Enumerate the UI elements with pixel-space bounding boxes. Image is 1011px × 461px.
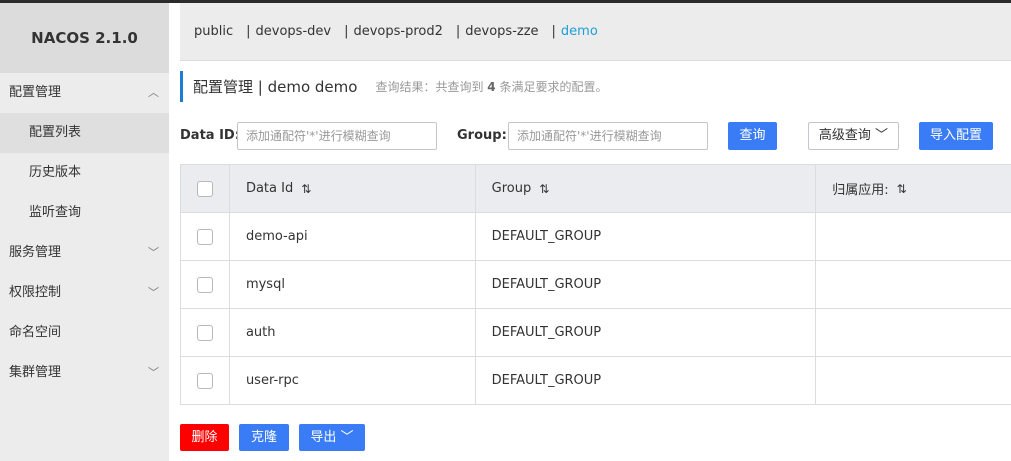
menu-label: 配置管理 [9,85,62,100]
config-submenu: 配置列表 历史版本 监听查询 [0,113,169,233]
group-input[interactable]: 添加通配符'*'进行模糊查询 [508,122,708,150]
menu-history-version[interactable]: 历史版本 [0,153,169,193]
table-row: mysql DEFAULT_GROUP [181,261,1011,309]
search-row: Data ID: 添加通配符'*'进行模糊查询 Group: 添加通配符'*'进… [180,121,1011,151]
sidebar: NACOS 2.1.0 配置管理 ︿ 配置列表 历史版本 监听查询 服务管理 ﹀… [0,3,169,461]
app-cell [816,357,1011,404]
app-logo: NACOS 2.1.0 [0,3,169,73]
menu-listener-query[interactable]: 监听查询 [0,193,169,233]
column-label: Group [491,181,532,196]
table-header: Data Id ⇅ Group ⇅ 归属应用: ⇅ [181,165,1011,213]
namespace-demo[interactable]: demo [561,24,598,39]
delete-button[interactable]: 删除 [180,424,229,451]
data-id-cell: auth [230,309,476,356]
data-id-cell: user-rpc [230,357,476,404]
menu-label: 配置列表 [29,125,82,140]
sort-icon[interactable]: ⇅ [301,182,311,196]
namespace-separator: | [551,24,556,39]
menu-label: 历史版本 [29,165,82,180]
menu-label: 服务管理 [9,245,62,260]
header-data-id[interactable]: Data Id ⇅ [230,165,476,212]
page-title: 配置管理 | demo demo [193,78,358,96]
app-cell [816,261,1011,308]
namespace-devops-dev[interactable]: devops-dev [256,24,332,39]
table-row: user-rpc DEFAULT_GROUP [181,357,1011,405]
data-id-input[interactable]: 添加通配符'*'进行模糊查询 [237,122,437,150]
export-button[interactable]: 导出 ﹀ [299,424,365,451]
namespace-separator: | [246,24,251,39]
config-table: Data Id ⇅ Group ⇅ 归属应用: ⇅ demo-api DEFAULT_… [180,164,1011,405]
import-config-button[interactable]: 导入配置 [919,122,993,150]
sort-icon[interactable]: ⇅ [897,182,907,196]
header-select-cell [181,165,230,212]
select-cell [181,213,230,260]
group-cell: DEFAULT_GROUP [476,309,817,356]
menu-label: 命名空间 [9,325,62,340]
select-cell [181,261,230,308]
query-button[interactable]: 查询 [728,122,777,150]
namespace-separator: | [455,24,461,39]
group-label: Group: [457,128,507,143]
app-cell [816,309,1011,356]
namespace-separator: | [344,24,349,39]
main-content: public | devops-dev | devops-prod2 | dev… [180,3,1011,461]
table-row: demo-api DEFAULT_GROUP [181,213,1011,261]
select-cell [181,357,230,404]
menu-label: 权限控制 [9,285,62,300]
clone-button[interactable]: 克隆 [239,424,289,451]
chevron-down-icon: ﹀ [148,366,159,379]
sort-icon[interactable]: ⇅ [539,182,549,196]
chevron-down-icon: ﹀ [148,286,159,299]
row-checkbox[interactable] [196,228,213,245]
row-checkbox[interactable] [196,372,213,389]
menu-service-management[interactable]: 服务管理 ﹀ [0,233,169,273]
namespace-bar: public | devops-dev | devops-prod2 | dev… [180,3,1011,61]
menu-config-list[interactable]: 配置列表 [0,113,169,153]
menu-label: 监听查询 [29,205,82,220]
query-result-hint: 查询结果：共查询到 4 条满足要求的配置。 [375,78,607,95]
menu-cluster-management[interactable]: 集群管理 ﹀ [0,353,169,393]
namespace-public[interactable]: public [194,24,233,39]
menu-namespace[interactable]: 命名空间 [0,313,169,353]
hint-prefix: 查询结果：共查询到 [375,80,484,94]
data-id-cell: demo-api [230,213,476,260]
select-all-checkbox[interactable] [196,180,213,197]
namespace-devops-zze[interactable]: devops-zze [465,24,538,39]
group-cell: DEFAULT_GROUP [476,357,817,404]
data-id-cell: mysql [230,261,476,308]
row-checkbox[interactable] [196,276,213,293]
menu-access-control[interactable]: 权限控制 ﹀ [0,273,169,313]
app-cell [816,213,1011,260]
advanced-query-button[interactable]: 高级查询 ﹀ [808,122,899,150]
header-group[interactable]: Group ⇅ [476,165,817,212]
hint-count: 4 [487,80,496,94]
group-cell: DEFAULT_GROUP [476,261,817,308]
group-cell: DEFAULT_GROUP [476,213,817,260]
data-id-label: Data ID: [180,128,240,143]
select-cell [181,309,230,356]
header-app[interactable]: 归属应用: ⇅ [816,165,1011,212]
chevron-down-icon: ﹀ [148,246,159,259]
menu-label: 集群管理 [9,365,62,380]
row-checkbox[interactable] [196,324,213,341]
menu-config-management[interactable]: 配置管理 ︿ [0,73,169,113]
column-label: Data Id [245,181,294,196]
namespace-devops-prod2[interactable]: devops-prod2 [353,24,442,39]
table-row: auth DEFAULT_GROUP [181,309,1011,357]
page-title-row: 配置管理 | demo demo 查询结果：共查询到 4 条满足要求的配置。 [180,71,607,102]
chevron-up-icon: ︿ [148,86,159,99]
hint-suffix: 条满足要求的配置。 [499,80,608,94]
column-label: 归属应用: [832,183,889,198]
